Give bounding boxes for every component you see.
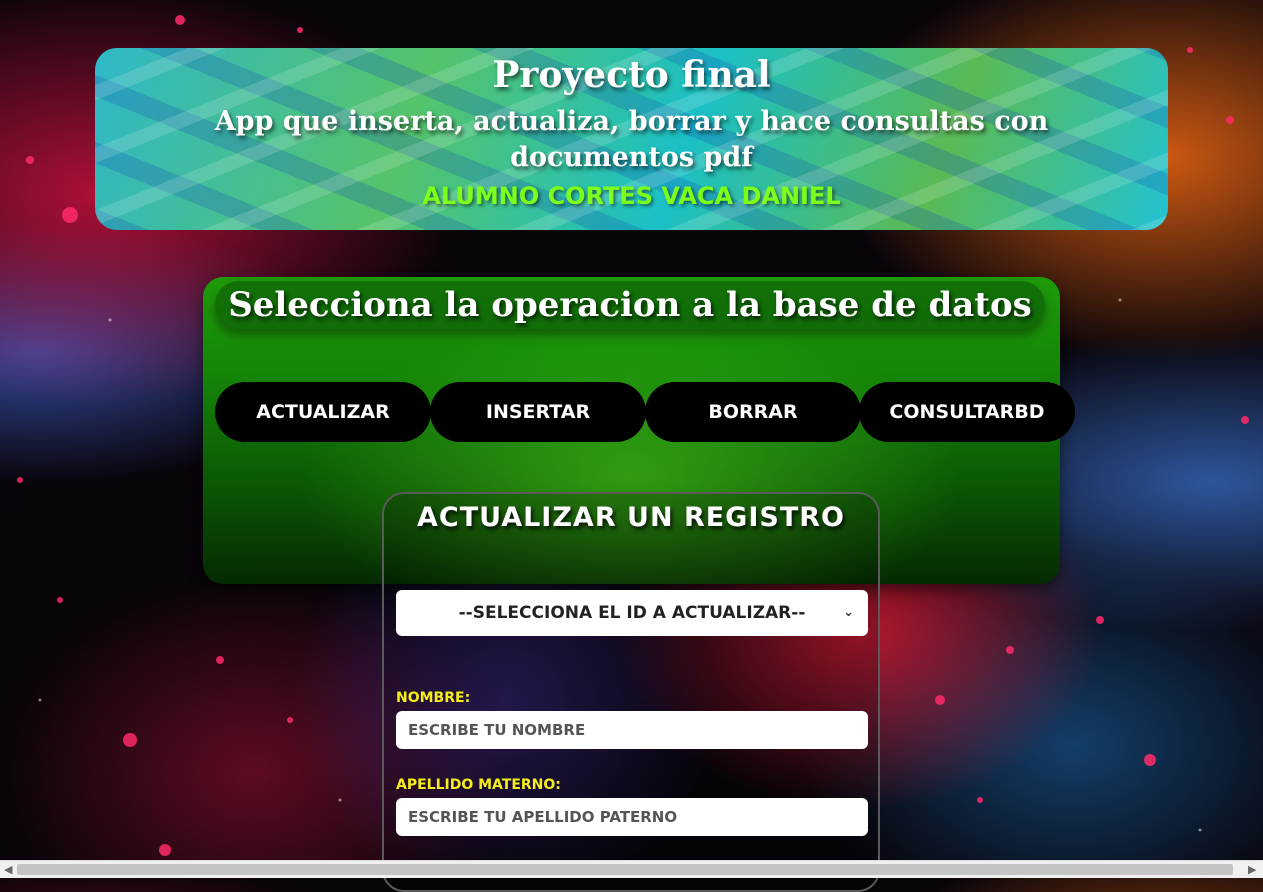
insertar-button[interactable]: INSERTAR <box>430 382 646 442</box>
update-form: ACTUALIZAR UN REGISTRO --SELECCIONA EL I… <box>382 492 880 892</box>
operations-title: Selecciona la operacion a la base de dat… <box>215 281 1045 329</box>
nombre-input[interactable] <box>396 711 868 749</box>
scroll-left-icon[interactable]: ◀ <box>4 863 12 876</box>
consultarbd-button[interactable]: CONSULTARBD <box>859 382 1075 442</box>
nombre-label: NOMBRE: <box>396 690 471 706</box>
author-name: ALUMNO CORTES VACA DANIEL <box>422 182 841 210</box>
borrar-button[interactable]: BORRAR <box>645 382 861 442</box>
scrollbar-thumb[interactable] <box>17 864 1233 875</box>
horizontal-scrollbar[interactable]: ◀ ▶ <box>0 860 1263 878</box>
apellido-label: APELLIDO MATERNO: <box>396 777 561 793</box>
page-subtitle: App que inserta, actualiza, borrar y hac… <box>214 106 1049 173</box>
scroll-right-icon[interactable]: ▶ <box>1248 863 1256 876</box>
form-title: ACTUALIZAR UN REGISTRO <box>416 502 845 533</box>
header-banner: Proyecto final App que inserta, actualiz… <box>95 48 1168 230</box>
page-title: Proyecto final <box>492 54 771 96</box>
id-select-label: --SELECCIONA EL ID A ACTUALIZAR-- <box>458 603 806 623</box>
id-select[interactable]: --SELECCIONA EL ID A ACTUALIZAR-- ⌄ <box>396 590 868 636</box>
apellido-input[interactable] <box>396 798 868 836</box>
actualizar-button[interactable]: ACTUALIZAR <box>215 382 431 442</box>
chevron-down-icon: ⌄ <box>843 605 854 620</box>
